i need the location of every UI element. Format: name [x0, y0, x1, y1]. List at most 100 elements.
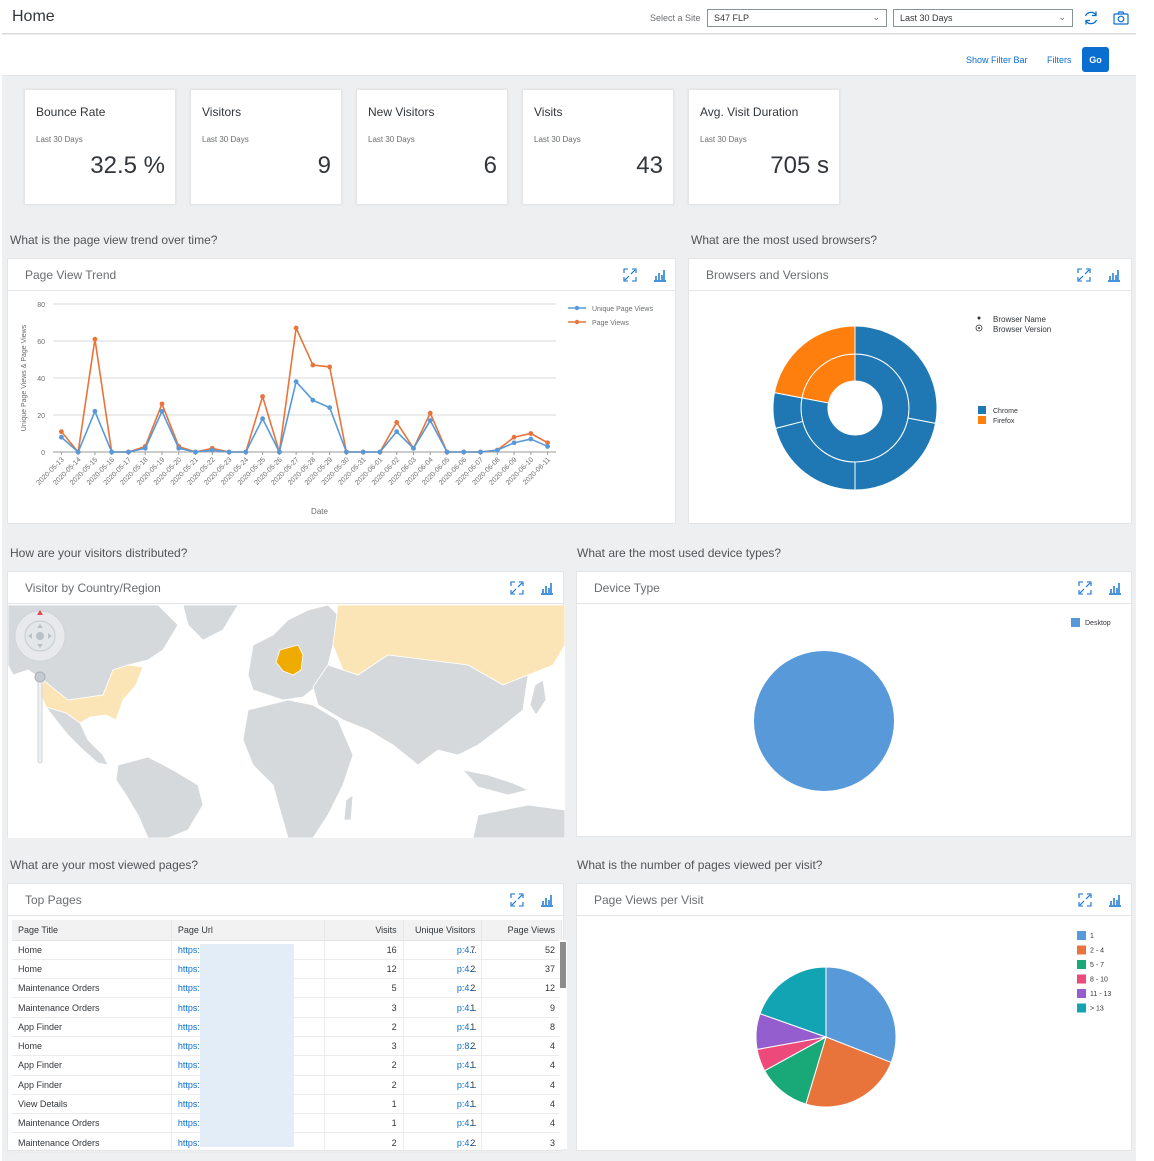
- page-url-link-start[interactable]: https:/: [178, 1003, 203, 1013]
- data-point: [310, 397, 316, 403]
- cell-page-views: 9: [481, 997, 562, 1018]
- chart-type-icon[interactable]: [1107, 268, 1121, 282]
- kpi-tile-avg-visit-duration[interactable]: Avg. Visit Duration Last 30 Days 705 s: [688, 89, 840, 205]
- cell-page-views: 4: [481, 1036, 562, 1057]
- column-header-unique-visitors[interactable]: Unique Visitors: [403, 920, 483, 941]
- cell-page-views: 3: [481, 1132, 562, 1153]
- page-url-link-end[interactable]: p:4...: [457, 1022, 477, 1032]
- redacted-url-block: [200, 944, 294, 1147]
- column-header-visits[interactable]: Visits: [324, 920, 404, 941]
- kpi-tile-visitors[interactable]: Visitors Last 30 Days 9: [190, 89, 342, 205]
- legend-swatch: [1077, 931, 1086, 940]
- column-header-page-title[interactable]: Page Title: [12, 920, 172, 941]
- data-point: [310, 362, 316, 368]
- fullscreen-icon[interactable]: [1078, 893, 1092, 907]
- data-point: [142, 445, 148, 451]
- page-url-link-end[interactable]: p:4...: [457, 1003, 477, 1013]
- table-header-row: Page Title Page Url Visits Unique Visito…: [12, 920, 562, 941]
- cell-visits: 3: [324, 1036, 404, 1057]
- screenshot-button[interactable]: [1111, 8, 1131, 28]
- page-url-link-end[interactable]: p:8...: [457, 1041, 477, 1051]
- column-header-page-url[interactable]: Page Url: [171, 920, 326, 941]
- page-url-link-start[interactable]: https:/: [178, 1138, 203, 1148]
- go-button[interactable]: Go: [1082, 47, 1109, 72]
- kpi-title: Visitors: [202, 105, 242, 119]
- data-point: [159, 408, 165, 414]
- page-url-link-start[interactable]: https:/: [178, 1080, 203, 1090]
- world-map[interactable]: [8, 605, 565, 838]
- site-select[interactable]: S47 FLP ⌄: [707, 9, 887, 27]
- fullscreen-icon[interactable]: [1078, 581, 1092, 595]
- page-url-link-start[interactable]: https:/: [178, 1118, 203, 1128]
- page-url-link-start[interactable]: https:/: [178, 964, 203, 974]
- legend-swatch: [1077, 1003, 1086, 1013]
- kpi-title: Avg. Visit Duration: [700, 105, 799, 119]
- page-url-link-start[interactable]: https:/: [178, 945, 203, 955]
- data-point: [511, 434, 517, 440]
- fullscreen-icon[interactable]: [510, 581, 524, 595]
- kpi-title: Visits: [534, 105, 563, 119]
- page-url-link-start[interactable]: https:/: [178, 1099, 203, 1109]
- chart-type-icon[interactable]: [540, 581, 554, 595]
- refresh-button[interactable]: [1081, 8, 1101, 28]
- data-point: [209, 447, 215, 453]
- kpi-subtitle: Last 30 Days: [534, 135, 581, 144]
- map-navigation-control[interactable]: [14, 610, 66, 662]
- column-header-page-views[interactable]: Page Views: [481, 920, 562, 941]
- cell-visits: 12: [324, 959, 404, 980]
- data-point: [159, 401, 165, 407]
- data-point: [176, 445, 182, 451]
- kpi-tile-bounce-rate[interactable]: Bounce Rate Last 30 Days 32.5 %: [24, 89, 176, 205]
- card-title: Page Views per Visit: [594, 893, 704, 907]
- page-url-link-end[interactable]: p:4...: [457, 983, 477, 993]
- sunburst-chart: Browser NameBrowser Version Chrome Firefox: [772, 315, 1051, 491]
- page-url-link-end[interactable]: p:4...: [457, 945, 477, 955]
- page-url-link-start[interactable]: https:/: [178, 1060, 203, 1070]
- page-url-link-start[interactable]: https:/: [178, 1022, 203, 1032]
- chart-type-icon[interactable]: [1108, 581, 1122, 595]
- chart-type-icon[interactable]: [653, 268, 667, 282]
- filters-button[interactable]: Filters: [1047, 55, 1072, 65]
- kpi-tile-visits[interactable]: Visits Last 30 Days 43: [522, 89, 674, 205]
- data-point: [427, 410, 433, 416]
- kpi-tile-new-visitors[interactable]: New Visitors Last 30 Days 6: [356, 89, 508, 205]
- cell-page-title: Maintenance Orders: [12, 997, 172, 1018]
- chart-type-icon[interactable]: [540, 893, 554, 907]
- cell-page-title: View Details: [12, 1094, 172, 1115]
- legend-swatch: [1077, 945, 1086, 955]
- date-range-select[interactable]: Last 30 Days ⌄: [893, 9, 1073, 27]
- page-url-link-start[interactable]: https:/: [178, 1041, 203, 1051]
- site-select-label: Select a Site: [650, 13, 701, 23]
- fullscreen-icon[interactable]: [510, 893, 524, 907]
- app-shell: Home Select a Site S47 FLP ⌄ Last 30 Day…: [2, 0, 1136, 1161]
- chart-type-icon[interactable]: [1108, 893, 1122, 907]
- page-url-link-end[interactable]: p:4...: [457, 1080, 477, 1090]
- kpi-value: 705 s: [770, 152, 829, 179]
- filter-bar: Show Filter Bar Filters Go: [2, 35, 1136, 76]
- page-url-link-end[interactable]: p:4...: [457, 964, 477, 974]
- kpi-value: 32.5 %: [90, 152, 165, 179]
- show-filter-bar-button[interactable]: Show Filter Bar: [966, 55, 1028, 65]
- page-url-link-end[interactable]: p:4...: [457, 1118, 477, 1128]
- table-scrollbar-thumb[interactable]: [560, 942, 566, 988]
- data-point: [360, 449, 366, 455]
- legend-level-label: Browser Name: [993, 315, 1046, 324]
- cell-page-views: 37: [481, 959, 562, 980]
- cell-visits: 2: [324, 1075, 404, 1095]
- page-url-link-end[interactable]: p:4...: [457, 1060, 477, 1070]
- cell-page-title: App Finder: [12, 1075, 172, 1095]
- y-tick-label: 20: [37, 413, 45, 420]
- fullscreen-icon[interactable]: [623, 268, 637, 282]
- legend-label: Chrome: [993, 408, 1018, 415]
- cell-page-views: 4: [481, 1113, 562, 1134]
- page-url-link-end[interactable]: p:4...: [457, 1099, 477, 1109]
- page-url-link-start[interactable]: https:/: [178, 983, 203, 993]
- fullscreen-icon[interactable]: [1077, 268, 1091, 282]
- legend-marker: [574, 305, 580, 311]
- page-url-link-end[interactable]: p:4...: [457, 1138, 477, 1148]
- legend-swatch: [978, 406, 986, 414]
- data-point: [193, 449, 198, 455]
- pie-slice: [754, 651, 894, 791]
- cell-page-views: 4: [481, 1055, 562, 1076]
- data-point: [293, 379, 299, 385]
